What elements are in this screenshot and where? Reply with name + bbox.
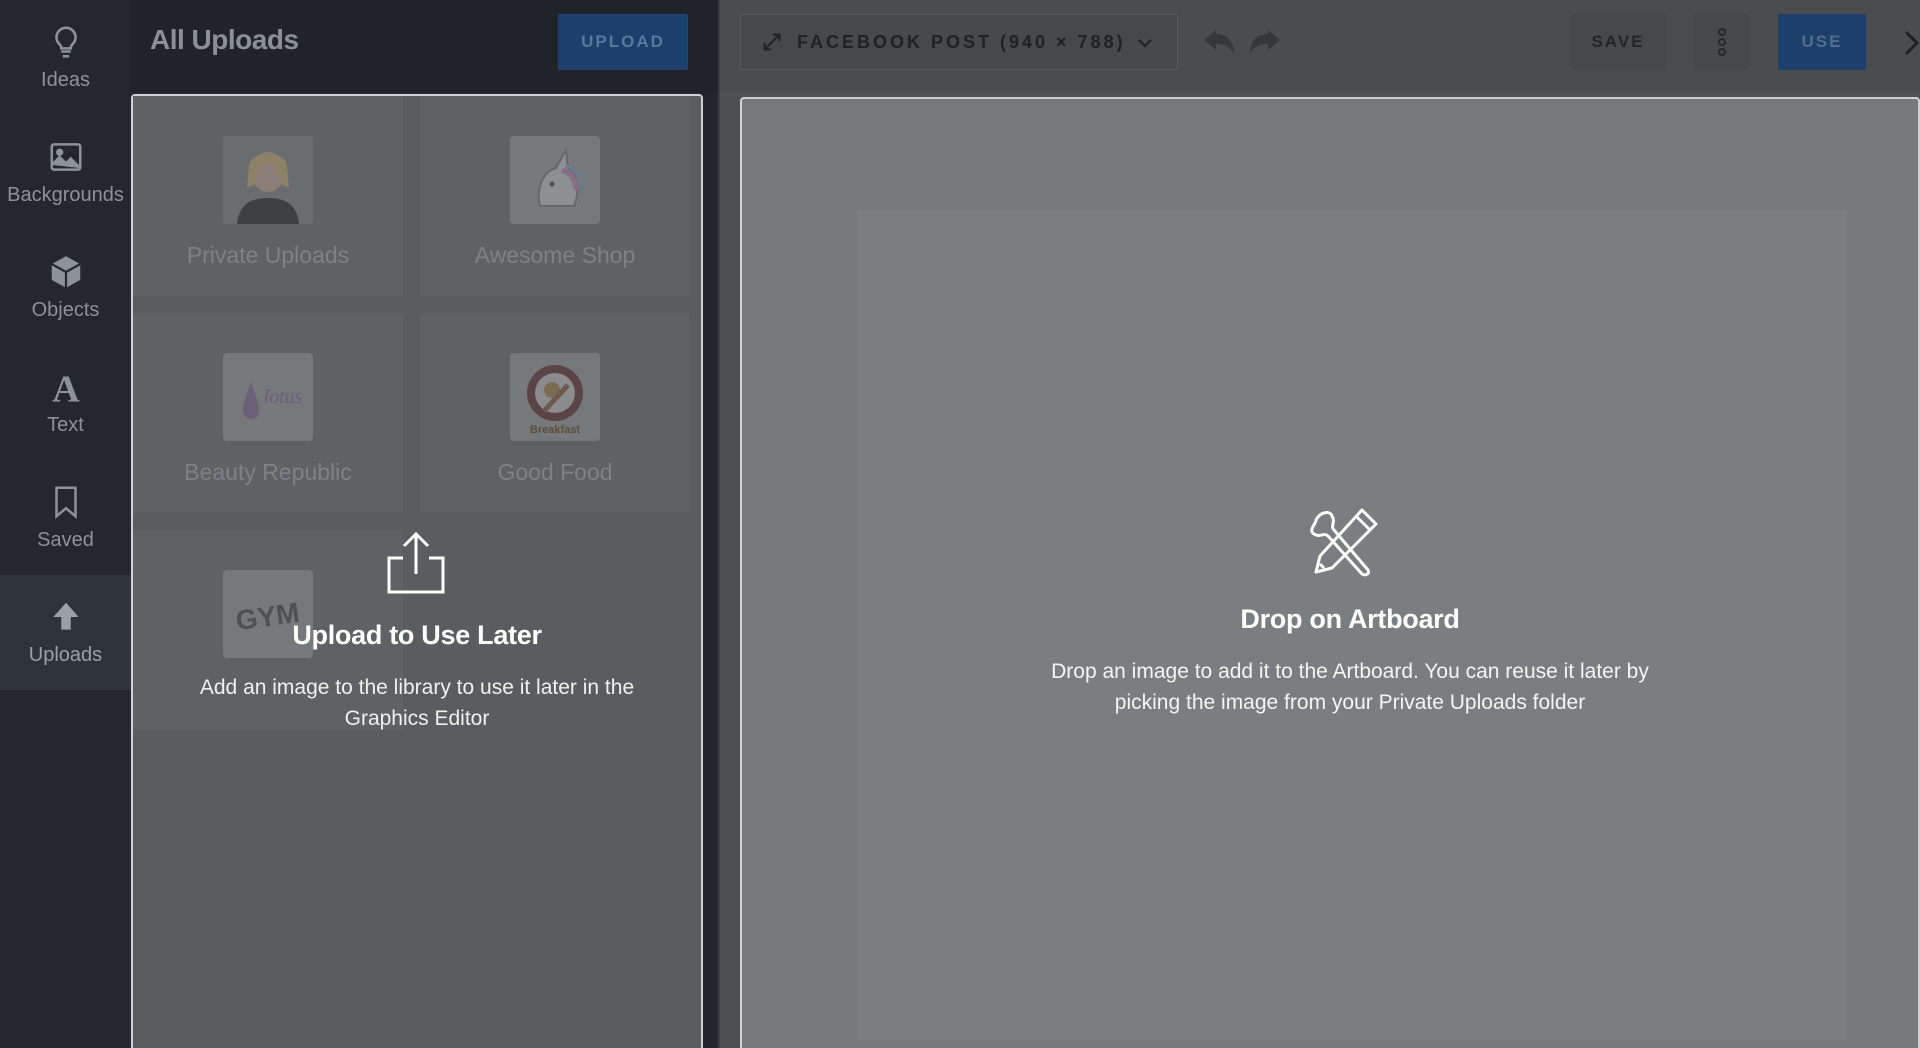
folder-beauty-republic[interactable]: lotus Beauty Republic (133, 313, 403, 513)
artboard-drop-title: Drop on Artboard (1240, 604, 1460, 634)
rail-item-text[interactable]: A Text (0, 345, 131, 460)
redo-icon[interactable] (1248, 26, 1282, 58)
folder-thumbnail: lotus (223, 353, 313, 441)
chevron-down-icon (1138, 39, 1152, 48)
folder-name: Good Food (497, 459, 613, 485)
close-chevron-icon[interactable] (1902, 28, 1920, 58)
folder-name: Beauty Republic (184, 459, 352, 485)
rail-item-saved[interactable]: Saved (0, 460, 131, 575)
folder-private-uploads[interactable]: Private Uploads (133, 96, 403, 296)
folder-name: Private Uploads (186, 242, 350, 268)
pen-brush-icon (1310, 508, 1378, 577)
upload-button[interactable]: UPLOAD (558, 14, 688, 70)
svg-text:Breakfast: Breakfast (530, 424, 580, 436)
panel-title: All Uploads (150, 24, 299, 55)
portrait-photo (223, 136, 313, 224)
format-label: FACEBOOK POST (940 × 788) (797, 31, 1126, 52)
folder-good-food[interactable]: Breakfast Good Food (420, 313, 690, 513)
folder-awesome-shop[interactable]: Awesome Shop (420, 96, 690, 296)
breakfast-logo: Breakfast (510, 353, 600, 441)
format-select[interactable]: FACEBOOK POST (940 × 788) (740, 14, 1178, 70)
rail-item-objects[interactable]: Objects (0, 230, 131, 345)
rail-item-backgrounds[interactable]: Backgrounds (0, 115, 131, 230)
upload-tray-icon (387, 531, 445, 594)
rail-item-ideas[interactable]: Ideas (0, 0, 131, 115)
graphics-editor-app: Ideas Backgrounds Objects A Text Saved U… (0, 0, 1920, 1048)
unicorn-logo (510, 136, 600, 224)
upload-later-title: Upload to Use Later (292, 620, 542, 650)
rail-item-uploads[interactable]: Uploads (0, 575, 131, 690)
rail-label: Ideas (41, 69, 90, 91)
folder-thumbnail: Breakfast (510, 353, 600, 441)
image-icon (49, 143, 82, 171)
folder-thumbnail (510, 136, 600, 224)
bookmark-icon (54, 486, 77, 519)
rail-label: Objects (31, 299, 100, 321)
undo-icon[interactable] (1202, 26, 1236, 58)
svg-text:A: A (52, 368, 80, 406)
folder-thumbnail (223, 136, 313, 224)
use-button[interactable]: USE (1778, 14, 1866, 70)
lightbulb-icon (54, 26, 77, 58)
upload-arrow-icon (52, 602, 79, 630)
rail-label: Uploads (28, 644, 103, 666)
text-icon: A (52, 368, 80, 406)
artboard-drop-description: Drop an image to add it to the Artboard.… (1051, 660, 1649, 714)
folder-name: Awesome Shop (474, 242, 636, 268)
tool-rail: Ideas Backgrounds Objects A Text Saved U… (0, 0, 131, 1048)
rail-label: Backgrounds (7, 184, 124, 206)
upload-later-description: Add an image to the library to use it la… (199, 676, 635, 730)
lotus-logo: lotus (223, 353, 313, 441)
rail-label: Text (47, 414, 84, 436)
rail-label: Saved (37, 529, 94, 551)
svg-text:lotus: lotus (264, 386, 303, 408)
more-options-button[interactable] (1694, 14, 1750, 70)
cube-icon (50, 256, 81, 288)
kebab-menu-icon (1718, 28, 1726, 56)
resize-icon (763, 33, 781, 51)
save-button[interactable]: SAVE (1570, 14, 1666, 70)
